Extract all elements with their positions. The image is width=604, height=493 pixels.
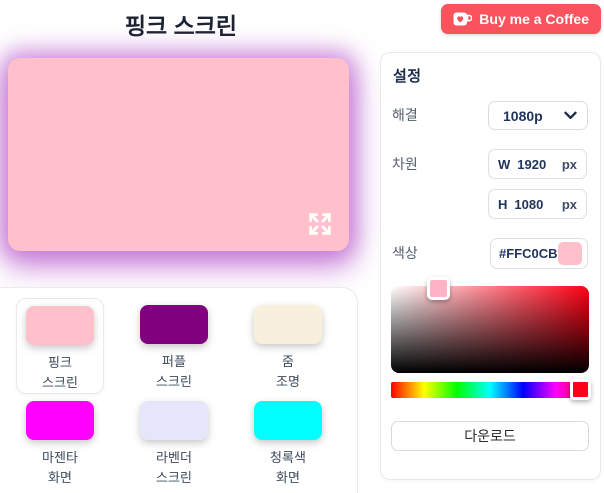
height-unit: px (561, 196, 577, 212)
coffee-button-label: Buy me a Coffee (479, 11, 589, 27)
dimension-label: 차원 (392, 156, 418, 172)
preset-purple-screen[interactable]: 퍼플 스크린 (117, 298, 231, 394)
cyan-swatch (254, 401, 322, 440)
preset-label: 핑크 스크린 (42, 355, 78, 390)
preset-colors-card: 핑크 스크린 퍼플 스크린 줌 조명 마젠타 화면 라벤더 스크린 청록색 화면 (0, 287, 358, 493)
saturation-picker[interactable] (391, 286, 589, 373)
preset-label: 청록색 화면 (270, 450, 306, 485)
page-title: 핑크 스크린 (124, 13, 238, 39)
height-prefix: H (498, 196, 508, 212)
preset-cyan-screen[interactable]: 청록색 화면 (231, 394, 345, 490)
fullscreen-expand-icon[interactable] (306, 210, 334, 238)
pink-swatch (26, 306, 94, 345)
preset-label: 퍼플 스크린 (156, 354, 192, 389)
width-value: 1920 (517, 156, 547, 172)
preset-magenta-screen[interactable]: 마젠타 화면 (3, 394, 117, 490)
cream-swatch (254, 305, 322, 344)
resolution-value: 1080p (503, 107, 543, 124)
buy-me-a-coffee-button[interactable]: Buy me a Coffee (441, 4, 601, 34)
preset-grid: 핑크 스크린 퍼플 스크린 줌 조명 마젠타 화면 라벤더 스크린 청록색 화면 (3, 298, 357, 490)
preset-label: 라벤더 스크린 (156, 450, 192, 485)
settings-title: 설정 (393, 68, 422, 85)
purple-swatch (140, 305, 208, 344)
saturation-handle[interactable] (427, 277, 450, 300)
color-chip (557, 242, 582, 265)
width-input[interactable]: W 1920 px (488, 149, 587, 179)
preset-lavender-screen[interactable]: 라벤더 스크린 (117, 394, 231, 490)
download-button[interactable]: 다운로드 (391, 421, 589, 451)
color-preview[interactable] (8, 58, 349, 251)
resolution-select[interactable]: 1080p (488, 101, 588, 130)
pink-screen-app: 핑크 스크린 Buy me a Coffee 핑크 스크린 퍼플 스크린 줌 조… (0, 0, 604, 493)
lavender-swatch (140, 401, 208, 440)
resolution-label: 해결 (392, 107, 418, 123)
hue-slider[interactable] (391, 382, 589, 398)
hue-handle[interactable] (570, 379, 591, 400)
preset-pink-screen[interactable]: 핑크 스크린 (16, 298, 104, 394)
preset-label: 마젠타 화면 (42, 450, 78, 485)
height-input[interactable]: H 1080 px (488, 189, 587, 219)
height-value: 1080 (514, 196, 544, 212)
coffee-cup-icon (453, 12, 473, 27)
width-unit: px (561, 156, 577, 172)
chevron-down-icon (564, 111, 577, 120)
settings-panel: 설정 해결 1080p 차원 W 1920 px H 1080 px 색상 #F… (380, 52, 601, 480)
color-label: 색상 (392, 245, 418, 261)
magenta-swatch (26, 401, 94, 440)
preset-label: 줌 조명 (276, 354, 300, 389)
width-prefix: W (498, 156, 511, 172)
hex-color-input[interactable]: #FFC0CB (490, 238, 588, 269)
preset-zoom-lighting[interactable]: 줌 조명 (231, 298, 345, 394)
hex-value: #FFC0CB (499, 246, 558, 261)
